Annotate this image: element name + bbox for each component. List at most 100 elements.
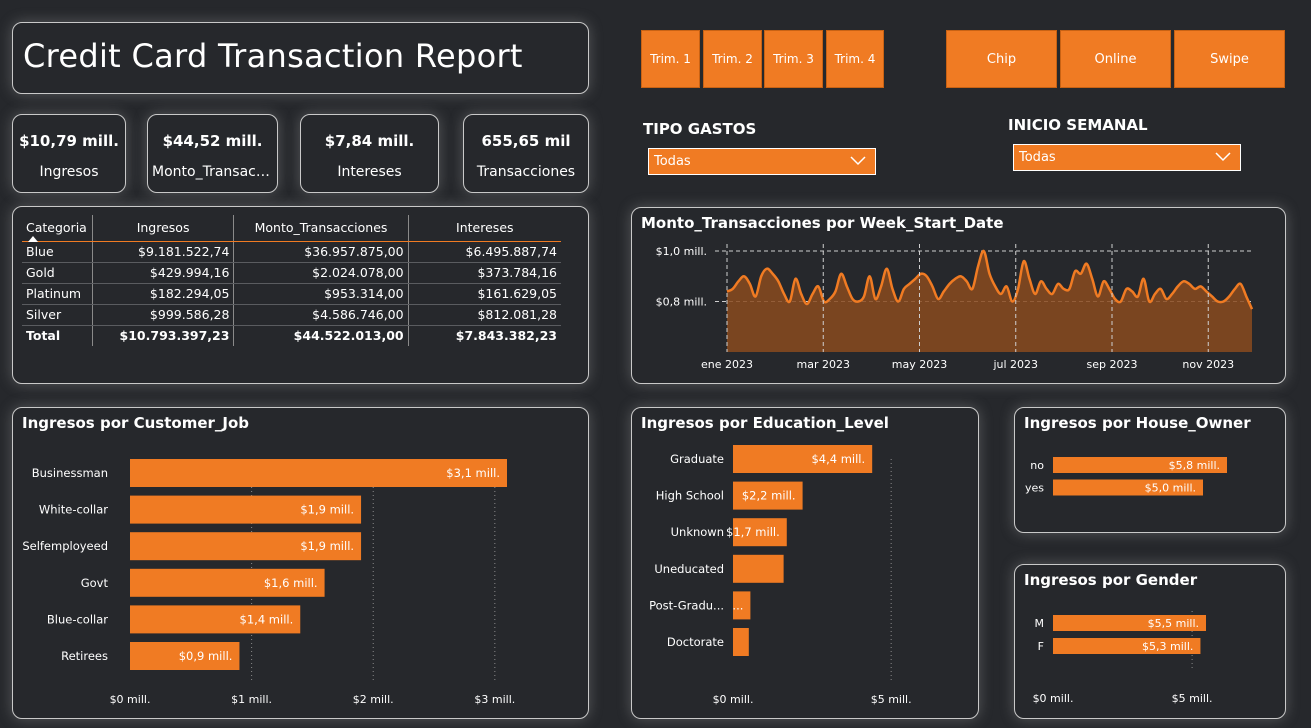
kpi-label: Intereses bbox=[337, 164, 402, 180]
education-bar-chart[interactable]: Graduate $4,4 mill. High School $2,2 mill. U… bbox=[632, 408, 978, 718]
category-label: F bbox=[1038, 640, 1044, 653]
report-title-card: Credit Card Transaction Report bbox=[12, 22, 589, 94]
bar bbox=[733, 628, 749, 656]
channel-button-online[interactable]: Online bbox=[1060, 30, 1171, 88]
education-chart-card: Ingresos por Education_Level Graduate $4,… bbox=[631, 407, 979, 719]
category-table: Categoria Ingresos Monto_Transacciones I… bbox=[22, 215, 561, 346]
gender-chart-card: Ingresos por Gender M $5,5 mill. F $5,3 mil… bbox=[1014, 564, 1286, 719]
category-label: Blue-collar bbox=[47, 612, 108, 626]
channel-button-chip[interactable]: Chip bbox=[946, 30, 1057, 88]
table-row[interactable]: Silver $999.586,28 $4.586.746,00 $812.08… bbox=[22, 304, 561, 326]
chevron-down-icon bbox=[1215, 152, 1231, 162]
category-table-card: Categoria Ingresos Monto_Transacciones I… bbox=[12, 206, 589, 384]
channel-button-swipe[interactable]: Swipe bbox=[1174, 30, 1285, 88]
category-label: yes bbox=[1025, 482, 1044, 495]
cell-ingresos: $999.586,28 bbox=[91, 304, 234, 326]
y-tick-label: $0,8 mill. bbox=[656, 296, 707, 309]
gender-bar-chart[interactable]: M $5,5 mill. F $5,3 mill. $0 mill. $5 mill. bbox=[1015, 565, 1285, 718]
x-tick-label: nov 2023 bbox=[1182, 358, 1234, 371]
x-tick-label: $3 mill. bbox=[474, 693, 515, 706]
inicio-semanal-dropdown[interactable]: Todas bbox=[1013, 144, 1241, 171]
report-title: Credit Card Transaction Report bbox=[23, 37, 523, 75]
x-tick-label: $1 mill. bbox=[231, 693, 272, 706]
x-tick-label: $0 mill. bbox=[110, 693, 151, 706]
quarter-button-1[interactable]: Trim. 1 bbox=[641, 30, 700, 88]
kpi-intereses: $7,84 mill. Intereses bbox=[300, 114, 439, 193]
kpi-value: $44,52 mill. bbox=[162, 132, 263, 150]
cell-categoria: Blue bbox=[22, 241, 93, 263]
cell-ingresos: $9.181.522,74 bbox=[91, 241, 234, 263]
x-tick-label: sep 2023 bbox=[1087, 358, 1138, 371]
chevron-down-icon bbox=[850, 156, 866, 166]
x-tick-label: $5 mill. bbox=[1172, 692, 1213, 705]
data-label: $2,2 mill. bbox=[742, 489, 796, 503]
header-categoria[interactable]: Categoria bbox=[22, 215, 93, 242]
category-label: Govt bbox=[81, 576, 109, 590]
category-label: Post-Gradu... bbox=[649, 598, 724, 612]
kpi-transacciones: 655,65 mil Transacciones bbox=[463, 114, 589, 193]
data-label: $5,5 mill. bbox=[1148, 617, 1199, 630]
category-label: Graduate bbox=[670, 452, 724, 466]
x-tick-label: $0 mill. bbox=[1033, 692, 1074, 705]
cell-intereses: $161.629,05 bbox=[407, 283, 561, 305]
cell-total-ingresos: $10.793.397,23 bbox=[91, 324, 234, 346]
x-tick-label: jul 2023 bbox=[992, 358, 1038, 371]
tipo-gastos-label: TIPO GASTOS bbox=[643, 120, 757, 138]
x-tick-label: $5 mill. bbox=[871, 693, 912, 706]
category-label: Uneducated bbox=[654, 562, 724, 576]
table-row[interactable]: Platinum $182.294,05 $953.314,00 $161.62… bbox=[22, 283, 561, 305]
cell-monto: $953.314,00 bbox=[233, 283, 409, 305]
category-label: Retirees bbox=[61, 649, 108, 663]
data-label: $5,0 mill. bbox=[1145, 482, 1196, 495]
x-tick-label: ene 2023 bbox=[701, 358, 753, 371]
header-monto-transacciones[interactable]: Monto_Transacciones bbox=[233, 215, 409, 242]
cell-monto: $36.957.875,00 bbox=[233, 241, 409, 263]
kpi-value: $10,79 mill. bbox=[19, 132, 119, 150]
table-total-row: Total $10.793.397,23 $44.522.013,00 $7.8… bbox=[22, 324, 561, 346]
category-label: Selfemployeed bbox=[22, 539, 108, 553]
data-label: $1,7 mill. bbox=[726, 525, 780, 539]
cell-categoria: Platinum bbox=[22, 283, 93, 305]
cell-monto: $2.024.078,00 bbox=[233, 262, 409, 284]
house-owner-chart-card: Ingresos por House_Owner no $5,8 mill. yes… bbox=[1014, 407, 1286, 533]
category-label: no bbox=[1030, 459, 1044, 472]
kpi-label: Transacciones bbox=[476, 164, 576, 180]
cell-total-intereses: $7.843.382,23 bbox=[407, 324, 561, 346]
cell-intereses: $373.784,16 bbox=[407, 262, 561, 284]
inicio-semanal-value: Todas bbox=[1019, 150, 1056, 165]
weekly-area-chart[interactable]: $1,0 mill. $0,8 mill. ene 2023 mar 2023 may … bbox=[632, 208, 1285, 383]
x-tick-label: $0 mill. bbox=[713, 693, 754, 706]
house-owner-bar-chart[interactable]: no $5,8 mill. yes $5,0 mill. bbox=[1015, 408, 1285, 532]
table-row[interactable]: Gold $429.994,16 $2.024.078,00 $373.784,… bbox=[22, 262, 561, 284]
kpi-value: 655,65 mil bbox=[481, 132, 571, 150]
data-label: $1,6 mill. bbox=[264, 576, 318, 590]
cell-monto: $4.586.746,00 bbox=[233, 304, 409, 326]
kpi-value: $7,84 mill. bbox=[324, 132, 415, 150]
header-intereses[interactable]: Intereses bbox=[407, 215, 561, 242]
cell-categoria: Gold bbox=[22, 262, 93, 284]
cell-ingresos: $429.994,16 bbox=[91, 262, 234, 284]
kpi-label: Ingresos bbox=[39, 164, 99, 180]
table-row[interactable]: Blue $9.181.522,74 $36.957.875,00 $6.495… bbox=[22, 241, 561, 263]
data-label: $4,4 mill. bbox=[811, 452, 865, 466]
y-tick-label: $1,0 mill. bbox=[656, 245, 707, 258]
data-label: $5,3 mill. bbox=[1142, 640, 1193, 653]
quarter-button-4[interactable]: Trim. 4 bbox=[826, 30, 884, 88]
data-label: $5,8 mill. bbox=[1169, 459, 1220, 472]
data-label: $1,4 mill. bbox=[240, 612, 294, 626]
tipo-gastos-value: Todas bbox=[654, 154, 691, 169]
bar bbox=[733, 554, 784, 583]
quarter-button-3[interactable]: Trim. 3 bbox=[764, 30, 823, 88]
header-ingresos[interactable]: Ingresos bbox=[91, 215, 234, 242]
cell-ingresos: $182.294,05 bbox=[91, 283, 234, 305]
data-label: $0,9 mill. bbox=[179, 649, 233, 663]
job-bar-chart[interactable]: Businessman $3,1 mill. White-collar $1,9 mi… bbox=[13, 408, 588, 718]
weekly-chart-card: Monto_Transacciones por Week_Start_Date … bbox=[631, 207, 1286, 384]
kpi-monto-transacciones: $44,52 mill. Monto_Transacciones bbox=[147, 114, 278, 193]
tipo-gastos-dropdown[interactable]: Todas bbox=[648, 148, 876, 175]
cell-categoria: Silver bbox=[22, 304, 93, 326]
quarter-button-2[interactable]: Trim. 2 bbox=[703, 30, 762, 88]
data-label: $1,9 mill. bbox=[300, 539, 354, 553]
category-label: High School bbox=[656, 489, 724, 503]
kpi-label: Monto_Transacciones bbox=[152, 164, 277, 180]
